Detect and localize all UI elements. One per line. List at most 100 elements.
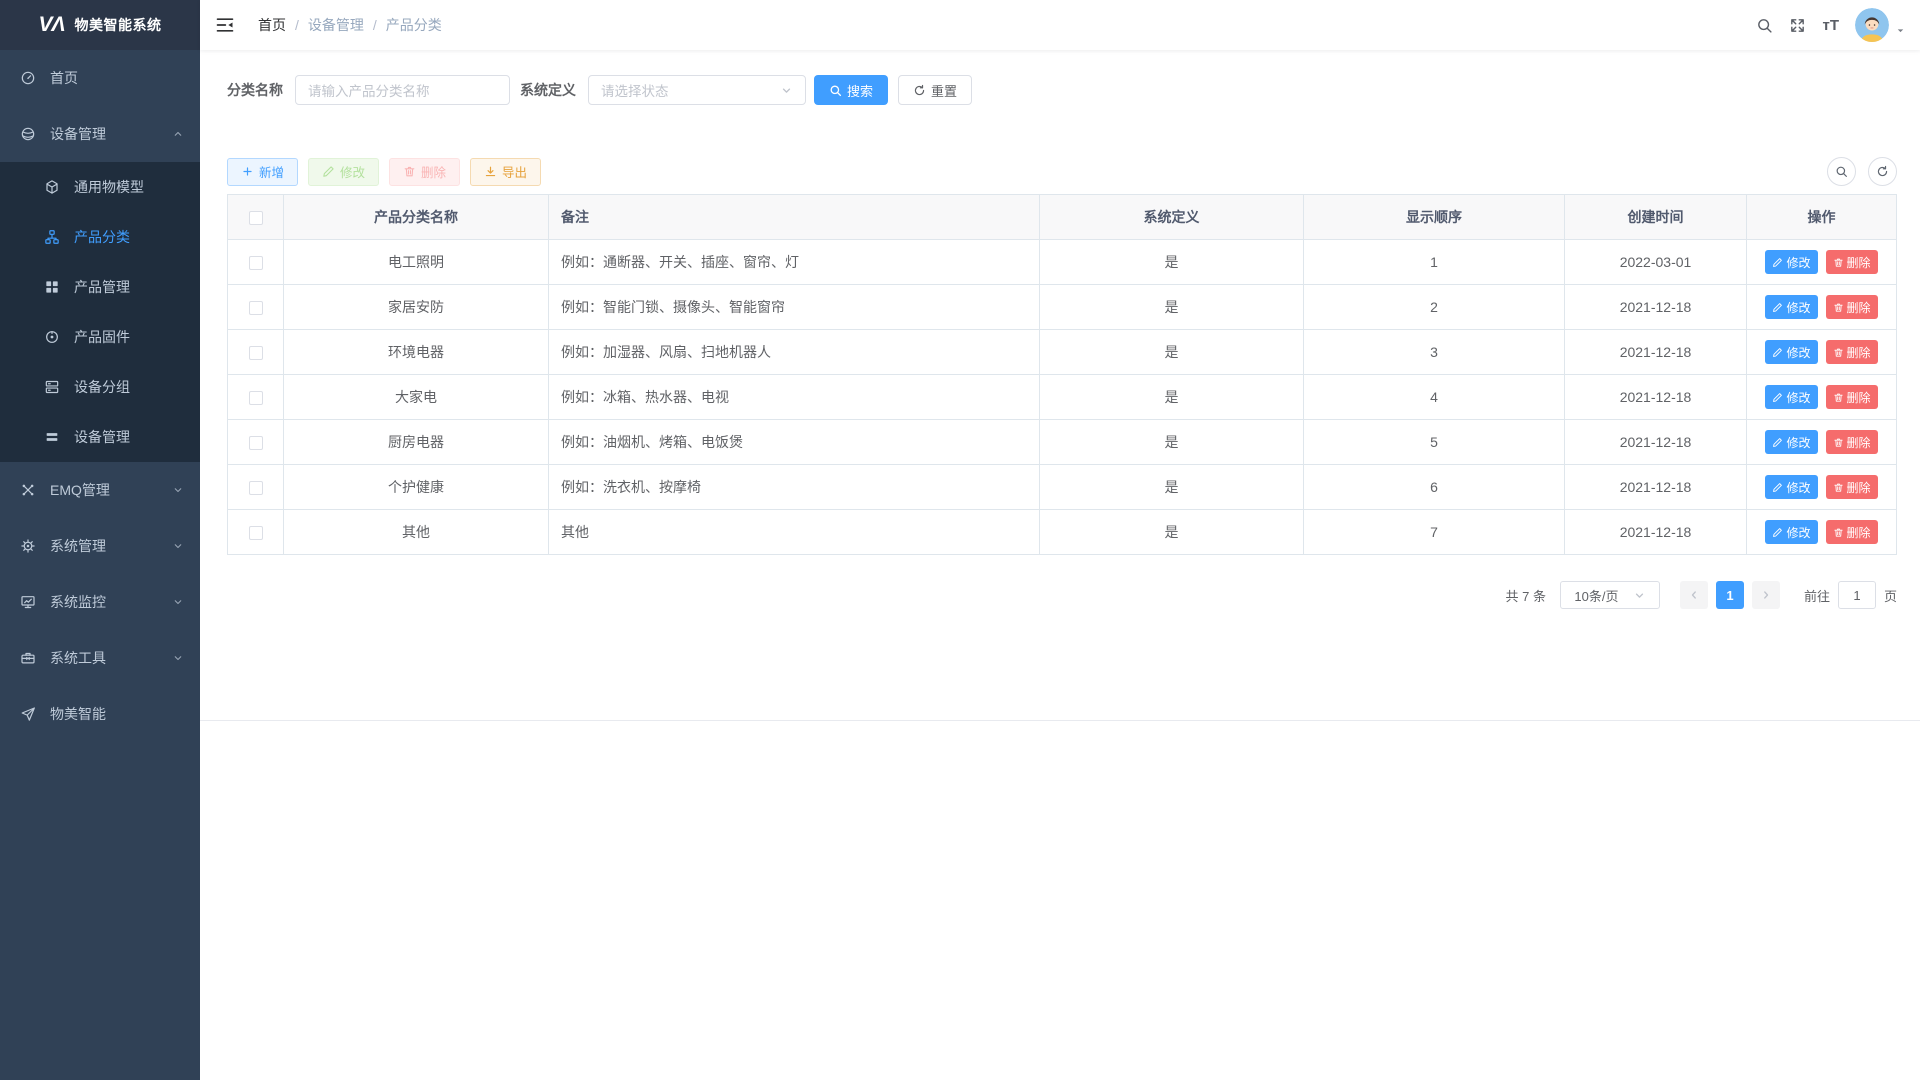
reset-button[interactable]: 重置 [898, 75, 972, 105]
row-delete-button[interactable]: 删除 [1826, 520, 1878, 544]
prev-page-button[interactable] [1680, 581, 1708, 609]
row-edit-button[interactable]: 修改 [1765, 250, 1817, 274]
cell-actions: 修改删除 [1747, 330, 1897, 375]
sidebar-item-emq-management[interactable]: EMQ管理 [0, 462, 200, 518]
user-menu[interactable] [1855, 8, 1906, 42]
row-delete-button[interactable]: 删除 [1826, 475, 1878, 499]
sidebar-item-product-firmware[interactable]: 产品固件 [0, 312, 200, 362]
sidebar-item-system-management[interactable]: 系统管理 [0, 518, 200, 574]
row-delete-button[interactable]: 删除 [1826, 385, 1878, 409]
cell-select [228, 330, 284, 375]
chevron-down-icon [172, 596, 184, 608]
sidebar-item-label: 产品管理 [74, 277, 130, 297]
fullscreen-icon[interactable] [1789, 17, 1806, 34]
row-edit-label: 修改 [1786, 389, 1810, 406]
delete-button[interactable]: 删除 [389, 158, 460, 186]
sidebar-item-home[interactable]: 首页 [0, 50, 200, 106]
header-created-time: 创建时间 [1565, 195, 1747, 240]
font-size-icon[interactable]: тT [1822, 18, 1839, 33]
sidebar-fold-icon[interactable] [200, 0, 250, 50]
page-number-1[interactable]: 1 [1716, 581, 1744, 609]
cell-remark: 其他 [549, 510, 1040, 555]
cell-system-defined: 是 [1040, 330, 1304, 375]
dashboard-icon [20, 70, 36, 86]
sidebar-item-label: 系统管理 [50, 536, 106, 556]
refresh-table-button[interactable] [1868, 157, 1897, 186]
table-row: 厨房电器例如：油烟机、烤箱、电饭煲是52021-12-18修改删除 [228, 420, 1897, 465]
header-display-order: 显示顺序 [1304, 195, 1565, 240]
cell-category-name: 厨房电器 [284, 420, 549, 465]
next-page-button[interactable] [1752, 581, 1780, 609]
row-delete-label: 删除 [1847, 299, 1871, 316]
row-delete-label: 删除 [1847, 389, 1871, 406]
sidebar-item-product-category[interactable]: 产品分类 [0, 212, 200, 262]
hamburger-icon [215, 15, 235, 35]
row-checkbox[interactable] [249, 436, 263, 450]
page-size-select[interactable]: 10条/页 [1560, 581, 1660, 609]
chevron-up-icon [172, 128, 184, 140]
reset-button-label: 重置 [931, 81, 957, 100]
export-button[interactable]: 导出 [470, 158, 541, 186]
cell-created-time: 2022-03-01 [1565, 240, 1747, 285]
sidebar-item-wumei-smart[interactable]: 物美智能 [0, 686, 200, 742]
cell-category-name: 电工照明 [284, 240, 549, 285]
edit-button[interactable]: 修改 [308, 158, 379, 186]
app-root: VΛ 物美智能系统 首页设备管理通用物模型产品分类产品管理产品固件设备分组设备管… [0, 0, 1920, 1080]
sidebar-item-label: 系统监控 [50, 592, 106, 612]
row-delete-button[interactable]: 删除 [1826, 295, 1878, 319]
table-header-row: 产品分类名称 备注 系统定义 显示顺序 创建时间 操作 [228, 195, 1897, 240]
row-edit-button[interactable]: 修改 [1765, 475, 1817, 499]
pencil-icon [1772, 527, 1783, 538]
navbar-right: тT [1756, 8, 1920, 42]
search-button[interactable]: 搜索 [814, 75, 888, 105]
select-all-checkbox[interactable] [249, 211, 263, 225]
sidebar-item-device-management[interactable]: 设备管理 [0, 106, 200, 162]
search-icon[interactable] [1756, 17, 1773, 34]
sidebar-item-thing-model[interactable]: 通用物模型 [0, 162, 200, 212]
row-delete-button[interactable]: 删除 [1826, 250, 1878, 274]
row-delete-button[interactable]: 删除 [1826, 430, 1878, 454]
system-defined-label: 系统定义 [520, 80, 576, 100]
row-checkbox[interactable] [249, 256, 263, 270]
add-button[interactable]: 新增 [227, 158, 298, 186]
sidebar-item-product-management[interactable]: 产品管理 [0, 262, 200, 312]
row-checkbox[interactable] [249, 481, 263, 495]
system-defined-select[interactable]: 请选择状态 [588, 75, 806, 105]
product-category-icon [44, 229, 60, 245]
row-edit-button[interactable]: 修改 [1765, 340, 1817, 364]
cell-actions: 修改删除 [1747, 240, 1897, 285]
gear-icon [20, 538, 36, 554]
row-edit-label: 修改 [1786, 254, 1810, 271]
goto-page-input[interactable]: 1 [1838, 581, 1876, 609]
thing-model-icon [44, 179, 60, 195]
cell-category-name: 环境电器 [284, 330, 549, 375]
breadcrumb-home[interactable]: 首页 [258, 15, 286, 35]
row-edit-button[interactable]: 修改 [1765, 520, 1817, 544]
device-group-icon [44, 379, 60, 395]
toggle-search-button[interactable] [1827, 157, 1856, 186]
cell-display-order: 5 [1304, 420, 1565, 465]
category-name-input[interactable]: 请输入产品分类名称 [295, 75, 510, 105]
sidebar: VΛ 物美智能系统 首页设备管理通用物模型产品分类产品管理产品固件设备分组设备管… [0, 0, 200, 1080]
sidebar-item-device-list[interactable]: 设备管理 [0, 412, 200, 462]
row-edit-button[interactable]: 修改 [1765, 430, 1817, 454]
header-system-defined: 系统定义 [1040, 195, 1304, 240]
cell-actions: 修改删除 [1747, 465, 1897, 510]
row-checkbox[interactable] [249, 526, 263, 540]
cell-remark: 例如：洗衣机、按摩椅 [549, 465, 1040, 510]
cell-category-name: 大家电 [284, 375, 549, 420]
breadcrumb-separator: / [295, 17, 299, 33]
app-logo[interactable]: VΛ 物美智能系统 [0, 0, 200, 50]
row-edit-button[interactable]: 修改 [1765, 295, 1817, 319]
sidebar-item-system-monitor[interactable]: 系统监控 [0, 574, 200, 630]
trash-icon [1833, 302, 1844, 313]
sidebar-item-device-group[interactable]: 设备分组 [0, 362, 200, 412]
cell-system-defined: 是 [1040, 240, 1304, 285]
cell-select [228, 240, 284, 285]
sidebar-item-system-tools[interactable]: 系统工具 [0, 630, 200, 686]
row-checkbox[interactable] [249, 301, 263, 315]
row-delete-button[interactable]: 删除 [1826, 340, 1878, 364]
row-checkbox[interactable] [249, 391, 263, 405]
row-edit-button[interactable]: 修改 [1765, 385, 1817, 409]
row-checkbox[interactable] [249, 346, 263, 360]
